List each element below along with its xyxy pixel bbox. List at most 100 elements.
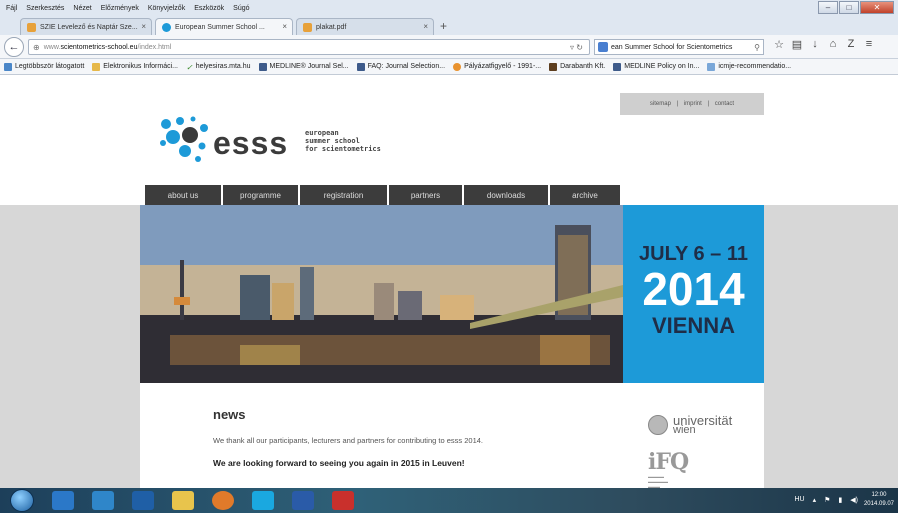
menu-file[interactable]: Fájl (6, 5, 17, 12)
media-player-icon[interactable] (92, 491, 114, 510)
logo-subtitle-line: summer school (305, 137, 360, 145)
minimize-button[interactable]: – (818, 1, 838, 14)
bookmark-elektronikus[interactable]: Elektronikus Informáci... (92, 62, 178, 71)
word-icon[interactable] (292, 491, 314, 510)
window-controls: – □ ✕ (817, 1, 894, 14)
windows-taskbar: HU ▴ ⚑ ▮ ◀) 12:00 2014.09.07 (0, 488, 898, 513)
nav-about-us[interactable]: about us (145, 185, 221, 206)
url-bar[interactable]: ⊕ www. scientometrics-school.eu/index.htm… (28, 39, 590, 55)
bookmark-label: helyesiras.mta.hu (195, 63, 251, 70)
url-path: /index.html (137, 43, 172, 51)
separator: | (707, 101, 710, 107)
page-icon (549, 62, 558, 71)
main-navigation: about us programme registration partners… (145, 185, 622, 206)
bookmark-label: FAQ: Journal Selection... (367, 63, 446, 70)
tab-plakat-pdf[interactable]: plakat.pdf × (296, 18, 434, 35)
menu-edit[interactable]: Szerkesztés (26, 5, 64, 12)
acrobat-icon[interactable] (332, 491, 354, 510)
event-year: 2014 (642, 263, 745, 315)
tab-close-icon[interactable]: × (141, 22, 146, 31)
reload-icon[interactable]: ▿ ↻ (570, 43, 583, 52)
search-icon[interactable]: ⚲ (754, 43, 760, 52)
bookmark-medline-journal[interactable]: MEDLINE® Journal Sel... (258, 62, 349, 71)
system-clock[interactable]: 12:00 2014.09.07 (864, 491, 894, 509)
nav-programme[interactable]: programme (223, 185, 298, 206)
url-prefix: www. (43, 43, 61, 51)
new-tab-icon[interactable]: + (440, 19, 447, 33)
tab-close-icon[interactable]: × (423, 22, 428, 31)
home-icon[interactable]: ⌂ (824, 38, 842, 51)
download-icon[interactable]: ↓ (806, 38, 824, 51)
esss-logo-dots-icon[interactable] (158, 115, 218, 163)
tab-close-icon[interactable]: × (282, 22, 287, 31)
page-icon (453, 62, 462, 71)
imprint-link[interactable]: imprint (684, 101, 702, 107)
bookmark-star-icon[interactable]: ☆ (770, 38, 788, 51)
event-city: VIENNA (651, 313, 736, 338)
nav-partners[interactable]: partners (389, 185, 462, 206)
language-indicator[interactable]: HU (795, 496, 805, 504)
bookmark-palyazat[interactable]: Pályázatfigyelő - 1991-... (453, 62, 541, 71)
volume-icon[interactable]: ◀) (850, 496, 858, 504)
bookmark-label: icmje-recommendatio... (718, 63, 792, 70)
logo-subtitle-line: european (305, 129, 339, 137)
skype-icon[interactable] (252, 491, 274, 510)
bookmark-label: Darabanth Kft. (560, 63, 606, 70)
mail-icon (27, 22, 36, 32)
tab-label: SZIE Levelező és Naptár Sze... (40, 23, 138, 31)
url-domain: scientometrics-school.eu (60, 43, 138, 51)
page-viewport: sitemap | imprint | contact esss europea… (0, 75, 898, 488)
menu-tools[interactable]: Eszközök (194, 5, 224, 12)
bookmarks-list-icon[interactable]: ▤ (788, 38, 806, 51)
checkmark-icon: ✓ (185, 62, 193, 72)
network-icon[interactable]: ▮ (838, 496, 842, 504)
bookmark-most-visited[interactable]: Legtöbbször látogatott (4, 62, 84, 71)
file-explorer-icon[interactable] (172, 491, 194, 510)
bookmark-medline-policy[interactable]: MEDLINE Policy on In... (613, 62, 700, 71)
menu-help[interactable]: Súgó (233, 5, 249, 12)
news-paragraph-2: We are looking forward to seeing you aga… (213, 458, 465, 468)
nav-registration[interactable]: registration (300, 185, 387, 206)
page-icon (707, 62, 716, 71)
menu-history[interactable]: Előzmények (101, 5, 139, 12)
university-city: wien (673, 424, 696, 436)
internet-explorer-icon[interactable] (52, 491, 74, 510)
toolbar-icons: ☆ ▤ ↓ ⌂ Z ≡ (770, 38, 878, 51)
menu-bookmarks[interactable]: Könyvjelzők (148, 5, 185, 12)
bookmark-label: MEDLINE Policy on In... (624, 63, 700, 70)
bookmark-faq[interactable]: FAQ: Journal Selection... (356, 62, 446, 71)
firefox-icon[interactable] (212, 491, 234, 510)
globe-icon: ⊕ (33, 42, 40, 52)
search-engine-icon[interactable] (598, 42, 608, 52)
page-icon (356, 62, 365, 71)
bookmark-darabanth[interactable]: Darabanth Kft. (549, 62, 606, 71)
nav-archive[interactable]: archive (550, 185, 620, 206)
ifq-logo[interactable]: iFQ (648, 449, 689, 475)
pdf-icon (303, 22, 312, 32)
close-window-button[interactable]: ✕ (860, 1, 894, 14)
tray-arrow-icon[interactable]: ▴ (813, 496, 817, 504)
tab-bar: SZIE Levelező és Naptár Sze... × Europea… (0, 16, 898, 35)
back-button[interactable]: ← (4, 37, 24, 57)
menu-view[interactable]: Nézet (73, 5, 91, 12)
menu-icon[interactable]: ≡ (860, 38, 878, 51)
sitemap-link[interactable]: sitemap (650, 101, 671, 107)
flag-icon[interactable]: ⚑ (824, 496, 830, 504)
university-vienna-logo[interactable]: universität wien (648, 411, 748, 441)
folder-icon (92, 62, 101, 71)
bookmark-helyesiras[interactable]: ✓ helyesiras.mta.hu (185, 62, 251, 72)
contact-link[interactable]: contact (715, 101, 734, 107)
tab-esss[interactable]: European Summer School ... × (155, 18, 293, 35)
maximize-button[interactable]: □ (839, 1, 859, 14)
navigation-bar: ← ⊕ www. scientometrics-school.eu/index.h… (0, 35, 898, 59)
nav-downloads[interactable]: downloads (464, 185, 548, 206)
tab-szie-mail[interactable]: SZIE Levelező és Naptár Sze... × (20, 18, 152, 35)
start-button[interactable] (10, 489, 34, 512)
zotero-icon[interactable]: Z (842, 38, 860, 51)
bookmarks-bar: Legtöbbször látogatott Elektronikus Info… (0, 59, 898, 75)
logo-wordmark[interactable]: esss (213, 125, 288, 162)
logo-subtitle: european summer school for scientometric… (305, 129, 381, 153)
bookmark-icmje[interactable]: icmje-recommendatio... (707, 62, 792, 71)
search-bar[interactable]: ean Summer School for Scientometrics ⚲ (594, 39, 764, 55)
outlook-icon[interactable] (132, 491, 154, 510)
